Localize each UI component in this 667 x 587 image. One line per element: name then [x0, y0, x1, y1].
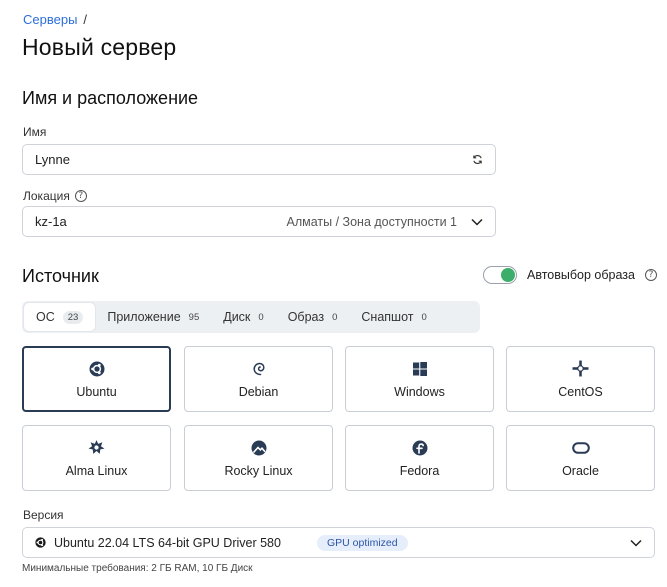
tab-label: Диск	[223, 310, 251, 324]
tab-count: 95	[188, 311, 200, 323]
os-name: Debian	[238, 384, 279, 399]
name-input[interactable]: Lynne	[22, 144, 496, 175]
auto-select-toggle-group: Автовыбор образа ?	[483, 266, 657, 284]
gpu-optimized-badge: GPU optimized	[316, 534, 408, 551]
min-requirements: Минимальные требования: 2 ГБ RAM, 10 ГБ …	[22, 563, 253, 574]
breadcrumb-separator: /	[83, 12, 88, 27]
location-select[interactable]: kz-1a Алматы / Зона доступности 1	[22, 206, 496, 237]
location-hint: Алматы / Зона доступности 1	[286, 214, 457, 229]
tab-label: ОС	[36, 310, 55, 324]
os-card-rockylinux[interactable]: Rocky Linux	[184, 425, 333, 491]
oracle-icon	[571, 439, 590, 457]
location-label: Локация ?	[23, 189, 87, 203]
os-name: Ubuntu	[76, 384, 117, 399]
name-label: Имя	[23, 125, 46, 139]
os-card-fedora[interactable]: Fedora	[345, 425, 494, 491]
os-card-oracle[interactable]: Oracle	[506, 425, 655, 491]
os-name: CentOS	[558, 384, 603, 399]
debian-icon	[251, 360, 267, 378]
almalinux-icon	[88, 439, 105, 457]
auto-select-toggle[interactable]	[483, 266, 517, 284]
tab-label: Приложение	[107, 310, 181, 324]
version-label-text: Версия	[23, 508, 64, 522]
os-card-ubuntu[interactable]: Ubuntu	[22, 346, 171, 412]
page-title: Новый сервер	[22, 34, 177, 60]
tab-count: 0	[332, 311, 338, 323]
windows-icon	[412, 360, 428, 378]
os-name: Alma Linux	[65, 463, 128, 478]
name-input-value[interactable]: Lynne	[35, 152, 472, 167]
os-card-debian[interactable]: Debian	[184, 346, 333, 412]
location-value: kz-1a	[35, 214, 67, 229]
version-select[interactable]: Ubuntu 22.04 LTS 64-bit GPU Driver 580 G…	[22, 527, 655, 558]
ubuntu-icon	[35, 537, 46, 548]
help-icon[interactable]: ?	[74, 190, 87, 202]
os-name: Rocky Linux	[224, 463, 293, 478]
rockylinux-icon	[251, 439, 267, 457]
os-name: Fedora	[399, 463, 440, 478]
tab-os[interactable]: ОС 23	[24, 303, 96, 331]
source-tabs: ОС 23 Приложение 95 Диск 0 Образ 0 Снапш…	[22, 301, 480, 333]
tab-application[interactable]: Приложение 95	[95, 303, 211, 331]
os-card-windows[interactable]: Windows	[345, 346, 494, 412]
version-value: Ubuntu 22.04 LTS 64-bit GPU Driver 580	[54, 535, 281, 550]
os-name: Oracle	[562, 463, 599, 478]
name-label-text: Имя	[23, 125, 47, 139]
centos-icon	[572, 360, 589, 378]
fedora-icon	[412, 439, 428, 457]
tab-label: Снапшот	[361, 310, 414, 324]
os-name: Windows	[394, 384, 445, 399]
version-label: Версия	[23, 508, 64, 522]
refresh-icon[interactable]	[472, 154, 483, 165]
location-label-text: Локация	[23, 189, 70, 203]
tab-image[interactable]: Образ 0	[276, 303, 350, 331]
tab-disk[interactable]: Диск 0	[211, 303, 275, 331]
ubuntu-icon	[89, 360, 105, 378]
breadcrumb-servers-link[interactable]: Серверы	[23, 12, 77, 27]
tab-count: 0	[258, 311, 264, 323]
os-card-almalinux[interactable]: Alma Linux	[22, 425, 171, 491]
section-title-source: Источник	[22, 266, 99, 286]
section-title-name-location: Имя и расположение	[22, 88, 199, 108]
breadcrumb: Серверы /	[23, 12, 87, 27]
os-card-centos[interactable]: CentOS	[506, 346, 655, 412]
chevron-down-icon[interactable]	[630, 539, 642, 547]
auto-select-label: Автовыбор образа	[527, 268, 635, 282]
tab-label: Образ	[287, 310, 325, 324]
chevron-down-icon[interactable]	[471, 218, 483, 226]
help-icon[interactable]: ?	[644, 269, 657, 281]
tab-count: 23	[62, 310, 84, 324]
tab-snapshot[interactable]: Снапшот 0	[349, 303, 438, 331]
tab-count: 0	[421, 311, 427, 323]
